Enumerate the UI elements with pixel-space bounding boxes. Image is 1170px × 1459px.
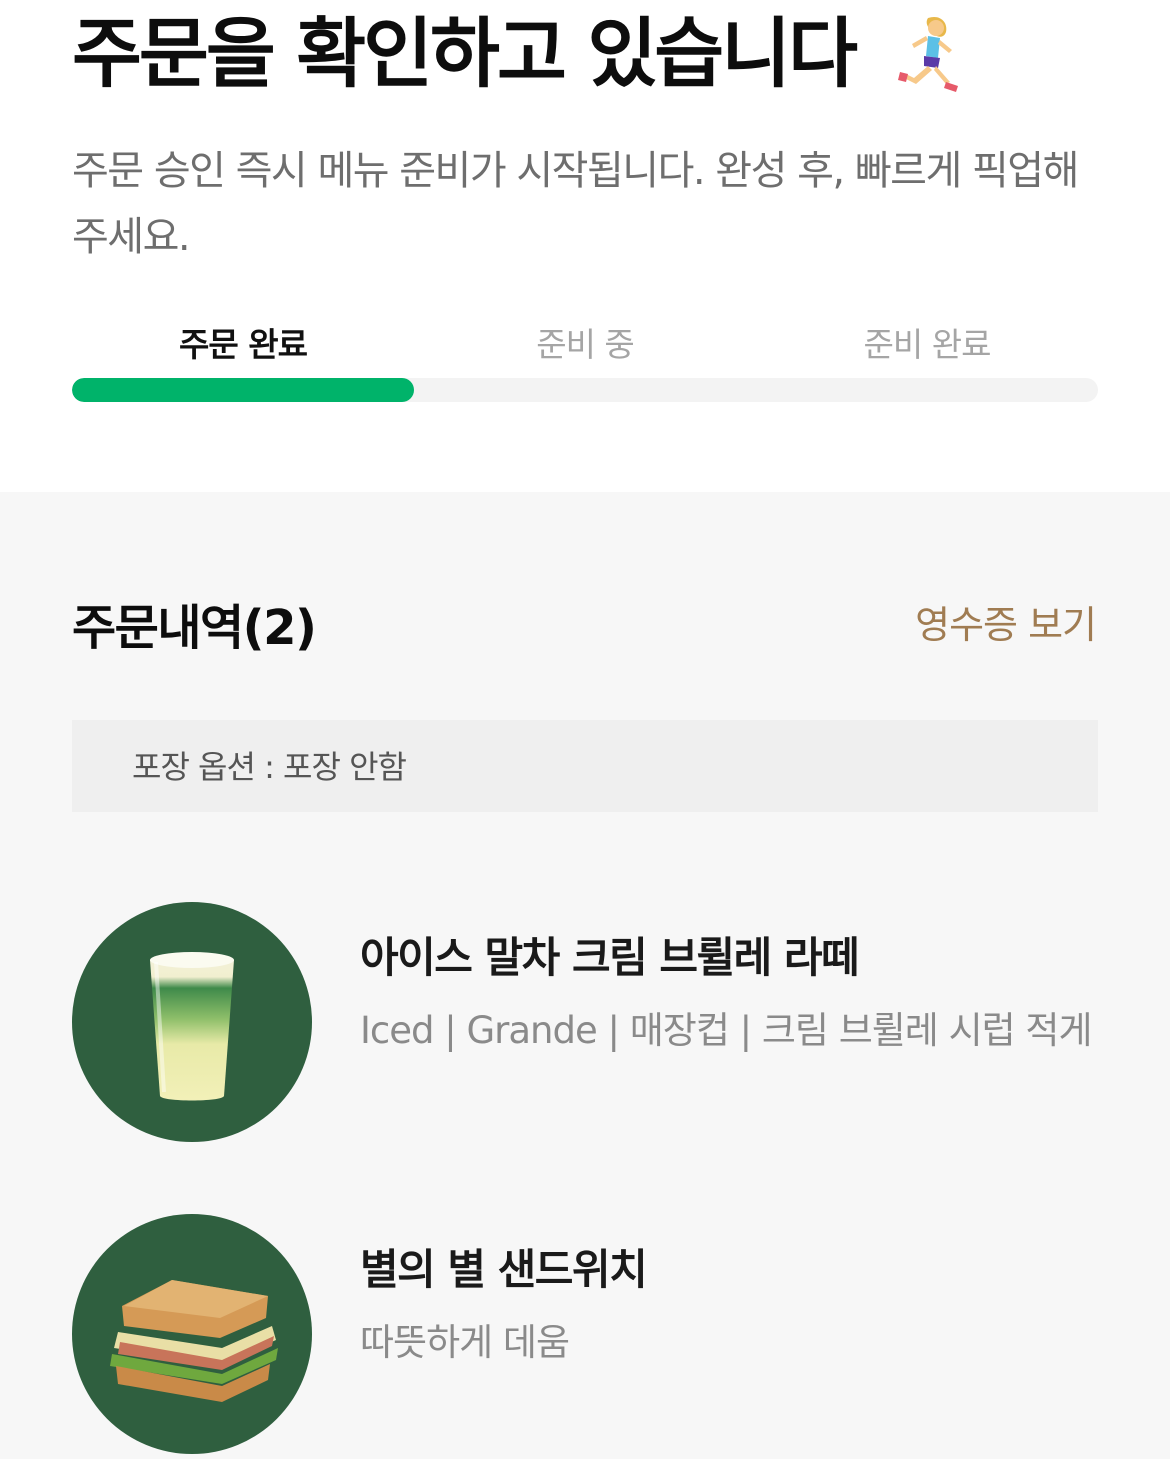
matcha-latte-image [72,902,312,1142]
step-preparing: 준비 중 [536,325,635,364]
step-ready: 준비 완료 [863,325,992,364]
order-item[interactable]: 별의 별 샌드위치 따뜻하게 데움 [72,1214,1098,1454]
step-order-complete: 주문 완료 [179,325,308,364]
item-options: 따뜻하게 데움 [360,1321,570,1364]
item-options: Iced | Grande | 매장컵 | 크림 브륄레 시럽 적게 [360,1009,1092,1052]
order-status-header: 주문을 확인하고 있습니다 주문 승인 즉시 메뉴 준비가 시작됩니다. 완성 … [0,0,1170,492]
item-name: 별의 별 샌드위치 [360,1245,648,1294]
woman-running-icon [888,12,968,94]
order-list-title: 주문내역(2) [72,600,317,656]
progress-fill [72,378,414,402]
item-name: 아이스 말차 크림 브륄레 라떼 [360,933,860,982]
order-details-section: 주문내역(2) 영수증 보기 포장 옵션 : 포장 안함 아이스 말차 크림 브… [0,492,1170,1459]
progress-track [72,378,1098,402]
packaging-option-box: 포장 옵션 : 포장 안함 [72,720,1098,812]
page-title: 주문을 확인하고 있습니다 [72,9,858,98]
sandwich-image [72,1214,312,1454]
page-subtitle: 주문 승인 즉시 메뉴 준비가 시작됩니다. 완성 후, 빠르게 픽업해 주세요… [72,148,1079,260]
view-receipt-link[interactable]: 영수증 보기 [915,594,1097,649]
packaging-option-text: 포장 옵션 : 포장 안함 [132,748,407,786]
order-item[interactable]: 아이스 말차 크림 브륄레 라떼 Iced | Grande | 매장컵 | 크… [72,902,1098,1142]
